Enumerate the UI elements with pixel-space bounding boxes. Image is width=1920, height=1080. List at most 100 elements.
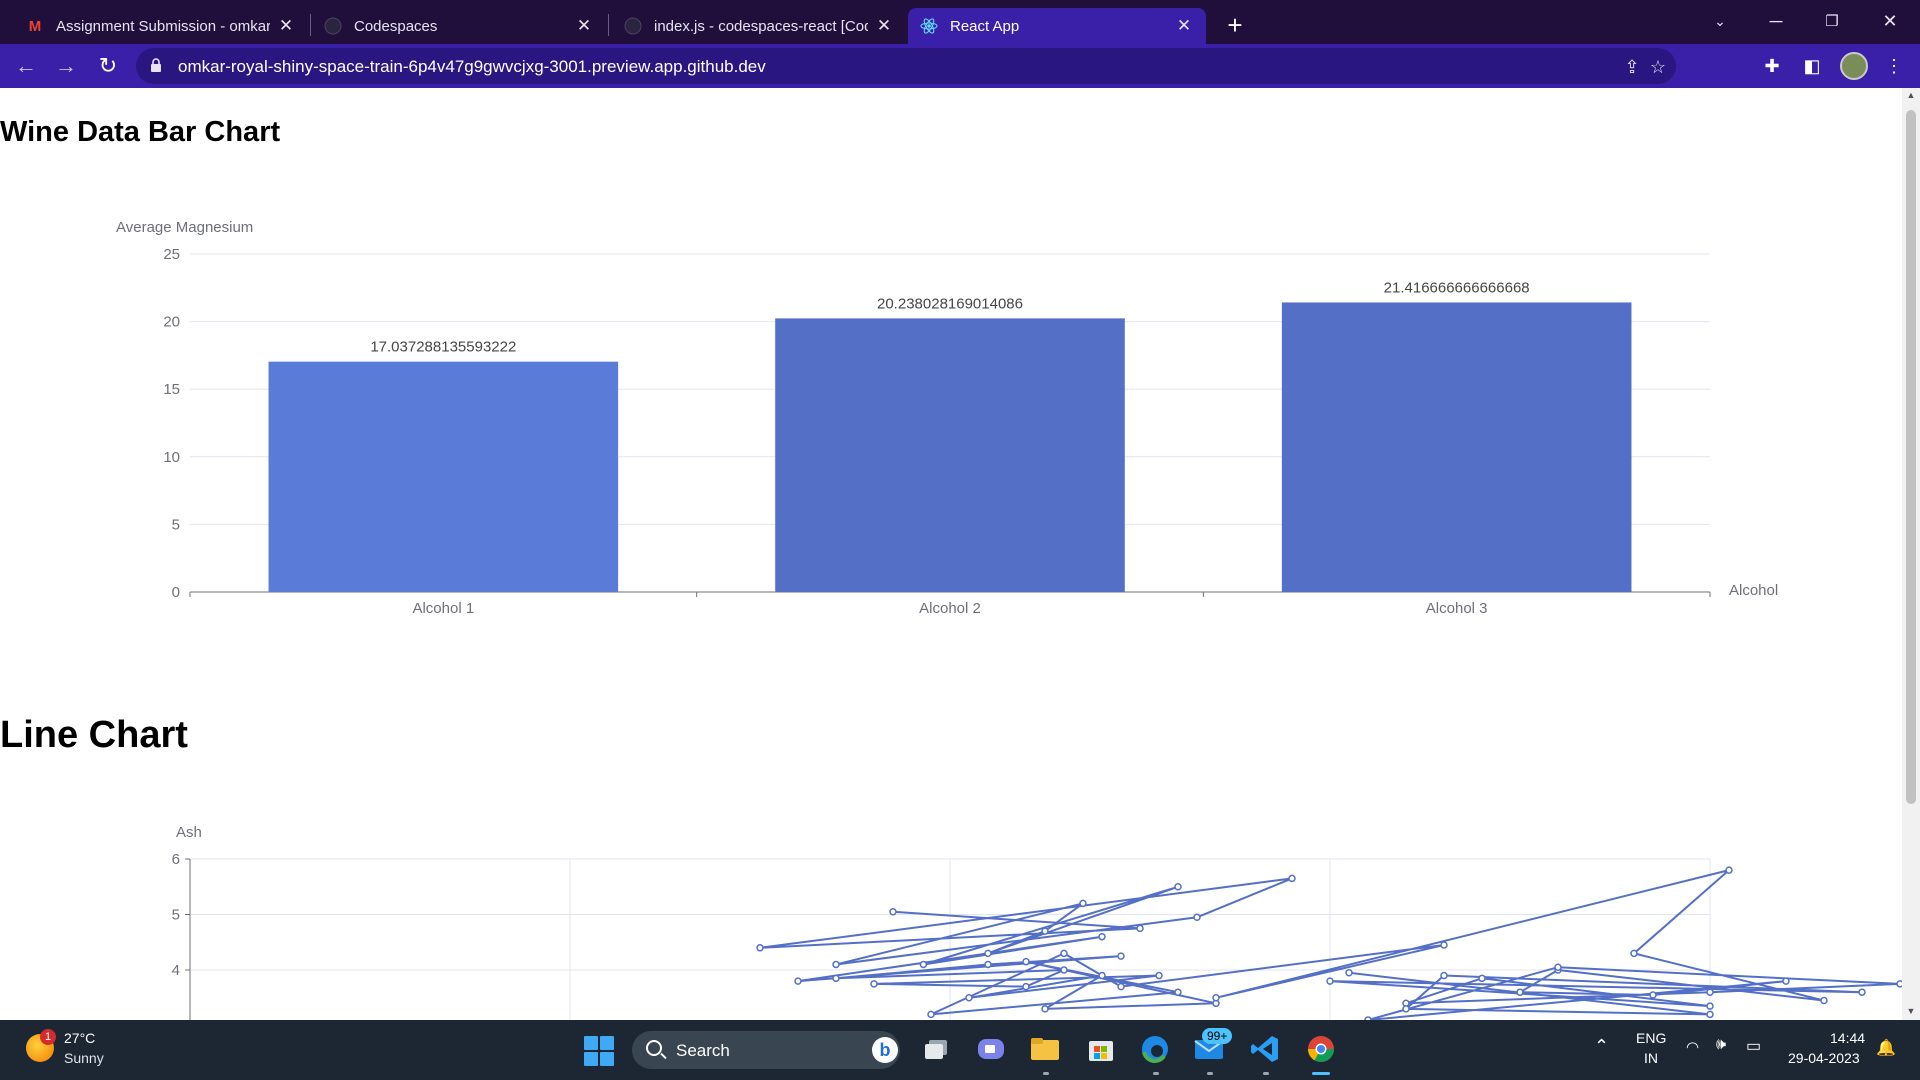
- line-point: [984, 960, 992, 969]
- windows-start-icon[interactable]: [584, 1036, 614, 1066]
- line-point: [919, 960, 928, 969]
- line-point: [1516, 988, 1524, 996]
- line-point: [984, 949, 992, 958]
- close-tab-icon[interactable]: ✕: [874, 16, 894, 36]
- back-icon[interactable]: ←: [10, 50, 42, 82]
- file-explorer-icon[interactable]: [1028, 1032, 1062, 1066]
- line-point: [756, 944, 764, 952]
- mail-badge: 99+: [1202, 1028, 1233, 1044]
- chrome-icon[interactable]: [1304, 1032, 1338, 1066]
- search-label: Search: [676, 1041, 730, 1060]
- new-tab-button[interactable]: +: [1218, 8, 1252, 42]
- line-point: [1079, 899, 1087, 908]
- tab-strip: M Assignment Submission - omkar.r ✕ Code…: [0, 0, 1920, 44]
- tab-title: Assignment Submission - omkar.r: [56, 17, 270, 35]
- running-indicator: [1263, 1072, 1269, 1075]
- line-point: [794, 977, 802, 985]
- line-point: [1630, 949, 1638, 958]
- running-indicator: [1207, 1072, 1213, 1075]
- running-indicator: [1153, 1072, 1159, 1075]
- browser-toolbar: ← → ↻ omkar-royal-shiny-space-train-6p4v…: [0, 44, 1920, 88]
- taskbar-search[interactable]: Search b: [632, 1031, 900, 1069]
- scrollbar-thumb[interactable]: [1906, 110, 1916, 804]
- line-point: [832, 974, 840, 983]
- line-point: [1193, 913, 1201, 922]
- line-chart: 4 5 6 Ash: [172, 824, 1902, 1020]
- bookmark-star-icon[interactable]: ☆: [1646, 55, 1670, 79]
- line-point: [1345, 969, 1353, 977]
- line-y-tick-label: 6: [172, 851, 180, 868]
- close-tab-icon[interactable]: ✕: [1174, 16, 1194, 36]
- restore-icon[interactable]: ❐: [1812, 6, 1852, 36]
- line-point: [1858, 988, 1866, 996]
- lock-icon[interactable]: [150, 58, 162, 72]
- hidden-icons-chevron-icon[interactable]: ⌃: [1594, 1036, 1609, 1057]
- line-point: [927, 1010, 935, 1019]
- tab-codespaces[interactable]: Codespaces ✕: [312, 8, 606, 44]
- edge-icon[interactable]: [1138, 1032, 1172, 1066]
- windows-taskbar: 1 27°C Sunny Search b 99+ ⌃ ENG IN ◠ 🕪 ▭…: [0, 1020, 1920, 1080]
- line-point: [1725, 866, 1733, 874]
- scroll-up-icon[interactable]: ▲: [1906, 90, 1916, 100]
- search-icon: [646, 1040, 662, 1056]
- line-point: [1440, 941, 1448, 949]
- url-text[interactable]: omkar-royal-shiny-space-train-6p4v47g9gw…: [178, 57, 766, 77]
- line-point: [1060, 966, 1068, 974]
- active-indicator: [1312, 1072, 1330, 1075]
- line-point: [1440, 971, 1448, 980]
- close-tab-icon[interactable]: ✕: [574, 16, 594, 36]
- close-tab-icon[interactable]: ✕: [276, 16, 296, 36]
- page-scrollbar[interactable]: ▲ ▼: [1902, 88, 1920, 1020]
- region-indicator[interactable]: IN: [1644, 1050, 1658, 1066]
- wifi-icon[interactable]: ◠: [1686, 1038, 1699, 1056]
- line-point: [1174, 988, 1182, 996]
- line-point: [1402, 1005, 1410, 1013]
- microsoft-store-icon[interactable]: [1084, 1032, 1118, 1066]
- react-icon: [920, 17, 938, 35]
- scroll-down-icon[interactable]: ▼: [1906, 1006, 1916, 1016]
- line-point: [1098, 971, 1106, 980]
- address-bar[interactable]: omkar-royal-shiny-space-train-6p4v47g9gw…: [136, 48, 1676, 84]
- line-point: [965, 994, 973, 1002]
- line-point: [1022, 957, 1030, 966]
- extensions-icon[interactable]: ✚: [1756, 50, 1788, 82]
- weather-description[interactable]: Sunny: [64, 1050, 104, 1066]
- weather-temperature[interactable]: 27°C: [64, 1030, 95, 1046]
- share-icon[interactable]: ⇪: [1620, 55, 1644, 79]
- tab-separator: [608, 14, 609, 36]
- tab-gmail[interactable]: M Assignment Submission - omkar.r ✕: [14, 8, 308, 44]
- line-point: [1288, 874, 1296, 883]
- teams-chat-icon[interactable]: [974, 1032, 1008, 1066]
- line-point: [1782, 977, 1790, 985]
- forward-icon[interactable]: →: [50, 50, 82, 82]
- clock-date[interactable]: 29-04-2023: [1788, 1050, 1860, 1066]
- battery-icon[interactable]: ▭: [1746, 1036, 1761, 1056]
- tab-separator: [310, 14, 311, 36]
- language-indicator[interactable]: ENG: [1636, 1030, 1666, 1046]
- notification-icon[interactable]: 🔔: [1876, 1038, 1896, 1058]
- volume-icon[interactable]: 🕪: [1716, 1036, 1726, 1054]
- minimize-icon[interactable]: ─: [1756, 6, 1796, 36]
- task-view-icon[interactable]: [920, 1032, 954, 1066]
- running-indicator: [1043, 1072, 1049, 1075]
- profile-avatar[interactable]: [1840, 52, 1868, 80]
- tab-search-icon[interactable]: ⌄: [1700, 6, 1740, 36]
- line-y-axis-label: Ash: [176, 824, 202, 841]
- close-window-icon[interactable]: ✕: [1870, 6, 1910, 36]
- vscode-icon[interactable]: [1248, 1032, 1282, 1066]
- line-point: [1117, 982, 1125, 991]
- github-icon: [624, 17, 642, 35]
- line-point: [1174, 883, 1182, 891]
- menu-icon[interactable]: ⋮: [1878, 50, 1910, 82]
- bing-icon[interactable]: b: [872, 1037, 898, 1063]
- tab-index-js[interactable]: index.js - codespaces-react [Codespaces]…: [612, 8, 906, 44]
- line-point: [1060, 949, 1068, 958]
- side-panel-icon[interactable]: ◧: [1796, 50, 1828, 82]
- tab-react-app[interactable]: React App ✕: [908, 8, 1206, 44]
- weather-badge: 1: [40, 1029, 56, 1045]
- line-point: [1117, 952, 1125, 960]
- reload-icon[interactable]: ↻: [92, 50, 124, 82]
- clock-time[interactable]: 14:44: [1830, 1030, 1865, 1046]
- tab-title: Codespaces: [354, 17, 438, 35]
- line-point: [1706, 1010, 1714, 1019]
